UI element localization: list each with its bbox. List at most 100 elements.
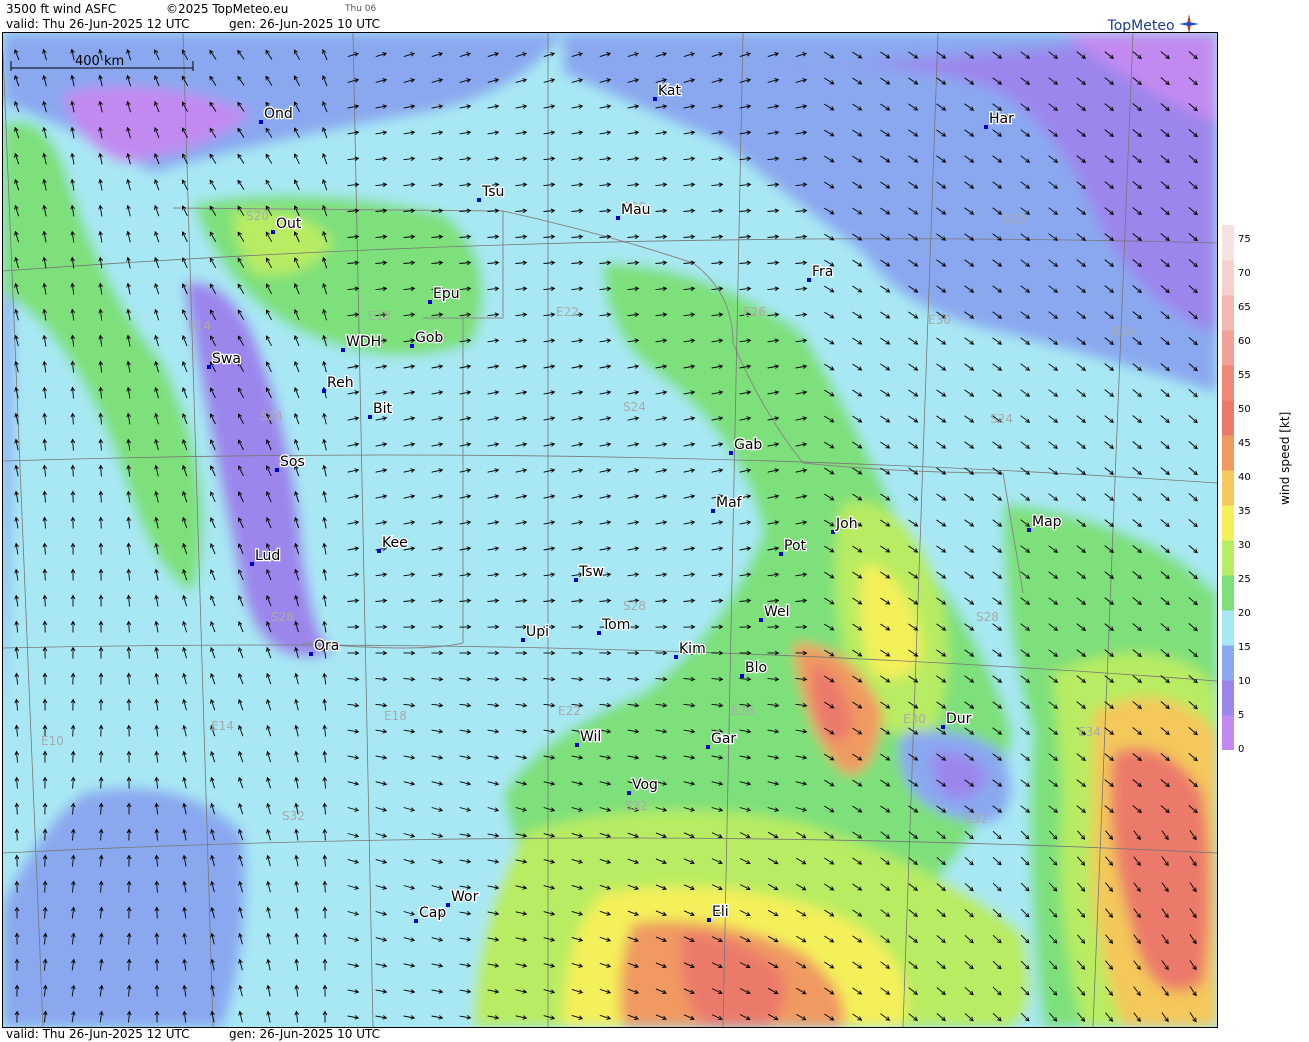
graticule-label: S24	[990, 412, 1013, 426]
place-marker-icon	[322, 389, 326, 393]
place-blo[interactable]: Blo	[740, 659, 768, 678]
map-title: 3500 ft wind ASFC	[6, 2, 117, 16]
place-pot[interactable]: Pot	[779, 537, 808, 556]
graticule-label: E34	[1113, 325, 1136, 339]
place-sos[interactable]: Sos	[275, 453, 306, 472]
place-label: Vog	[632, 777, 658, 793]
place-dur[interactable]: Dur	[941, 710, 973, 729]
place-label: Epu	[433, 286, 460, 302]
legend-tick-label: 70	[1238, 268, 1251, 279]
place-label: Gob	[415, 330, 443, 346]
graticule-label: S20	[246, 209, 269, 223]
place-label: Har	[989, 111, 1014, 127]
place-mau[interactable]: Mau	[616, 201, 652, 220]
graticule-label: E30	[903, 712, 926, 726]
place-wdh[interactable]: WDH	[341, 333, 382, 352]
place-maf[interactable]: Maf	[711, 494, 744, 513]
place-tom[interactable]: Tom	[597, 616, 632, 635]
place-wel[interactable]: Wel	[759, 603, 791, 622]
place-upi[interactable]: Upi	[521, 623, 550, 642]
place-gab[interactable]: Gab	[729, 436, 764, 455]
gen-time-bottom: gen: 26-Jun-2025 10 UTC	[229, 1027, 381, 1041]
place-marker-icon	[941, 725, 945, 729]
scale-bar-label: 400 km	[75, 54, 124, 69]
place-marker-icon	[368, 415, 372, 419]
place-label: Upi	[526, 624, 549, 640]
legend-tick-label: 20	[1238, 608, 1251, 619]
place-vog[interactable]: Vog	[627, 776, 659, 795]
place-marker-icon	[984, 125, 988, 129]
graticule-label: E18	[368, 309, 391, 323]
place-marker-icon	[807, 278, 811, 282]
place-kat[interactable]: Kat	[653, 82, 683, 101]
place-marker-icon	[446, 903, 450, 907]
legend-swatch	[1222, 470, 1234, 506]
legend-tick-label: 15	[1238, 642, 1251, 653]
graticule-label: E34	[1078, 725, 1101, 739]
place-marker-icon	[616, 216, 620, 220]
place-lud[interactable]: Lud	[250, 547, 282, 566]
place-marker-icon	[477, 198, 481, 202]
place-label: Wil	[580, 729, 601, 745]
place-cap[interactable]: Cap	[414, 904, 448, 923]
place-label: Swa	[212, 351, 241, 367]
place-marker-icon	[250, 562, 254, 566]
place-tsu[interactable]: Tsu	[477, 183, 506, 202]
place-tsw[interactable]: Tsw	[574, 563, 605, 582]
graticule-label: E30	[928, 313, 951, 327]
place-label: Blo	[745, 660, 767, 676]
graticule-label: E26	[743, 305, 766, 319]
place-label: WDH	[346, 334, 381, 350]
place-marker-icon	[309, 652, 313, 656]
legend-tick-label: 35	[1238, 506, 1251, 517]
place-reh[interactable]: Reh	[322, 374, 355, 393]
graticule-label: E14	[188, 319, 211, 333]
place-label: Cap	[419, 905, 446, 921]
place-ora[interactable]: Ora	[309, 637, 341, 656]
valid-time-bottom: valid: Thu 26-Jun-2025 12 UTC	[6, 1027, 190, 1041]
graticule-label: E22	[558, 704, 581, 718]
place-label: Reh	[327, 375, 354, 391]
place-label: Wel	[764, 604, 790, 620]
graticule-label: S28	[271, 610, 294, 624]
place-ond[interactable]: Ond	[259, 105, 294, 124]
wind-map[interactable]: S20 S20 S20 E14 E18 E22 E26 E30 E34 S24 S24 S24 S28 S…	[2, 32, 1218, 1028]
place-epu[interactable]: Epu	[428, 285, 461, 304]
place-marker-icon	[759, 618, 763, 622]
place-label: Map	[1032, 514, 1062, 530]
graticule-label: E18	[384, 709, 407, 723]
place-label: Fra	[812, 264, 833, 280]
place-marker-icon	[674, 655, 678, 659]
place-marker-icon	[428, 300, 432, 304]
legend-swatch	[1222, 505, 1234, 541]
place-kee[interactable]: Kee	[377, 534, 409, 553]
legend-swatch	[1222, 645, 1234, 681]
place-wor[interactable]: Wor	[446, 888, 480, 907]
place-label: Maf	[716, 495, 743, 511]
place-marker-icon	[707, 918, 711, 922]
compass-icon	[1179, 14, 1199, 34]
legend-tick-label: 60	[1238, 336, 1251, 347]
place-marker-icon	[341, 348, 345, 352]
place-swa[interactable]: Swa	[207, 350, 242, 369]
place-map[interactable]: Map	[1027, 513, 1063, 532]
legend-tick-label: 25	[1238, 574, 1251, 585]
place-label: Joh	[835, 516, 858, 532]
place-label: Kim	[679, 641, 706, 657]
place-label: Tom	[601, 617, 630, 633]
gen-time-top: gen: 26-Jun-2025 10 UTC	[229, 17, 381, 31]
legend-tick-label: 0	[1238, 744, 1245, 755]
place-marker-icon	[1027, 528, 1031, 532]
legend-tick-label: 55	[1238, 370, 1251, 381]
place-har[interactable]: Har	[984, 110, 1015, 129]
place-marker-icon	[410, 344, 414, 348]
legend-swatch	[1222, 435, 1234, 471]
place-gob[interactable]: Gob	[410, 329, 445, 348]
topmeteo-logo[interactable]: TopMeteo	[1108, 14, 1199, 34]
place-gar[interactable]: Gar	[706, 730, 738, 749]
legend-swatch	[1222, 260, 1234, 296]
legend-tick-label: 10	[1238, 676, 1251, 687]
place-kim[interactable]: Kim	[674, 640, 707, 659]
legend-swatch	[1222, 715, 1234, 751]
place-out[interactable]: Out	[271, 215, 303, 234]
